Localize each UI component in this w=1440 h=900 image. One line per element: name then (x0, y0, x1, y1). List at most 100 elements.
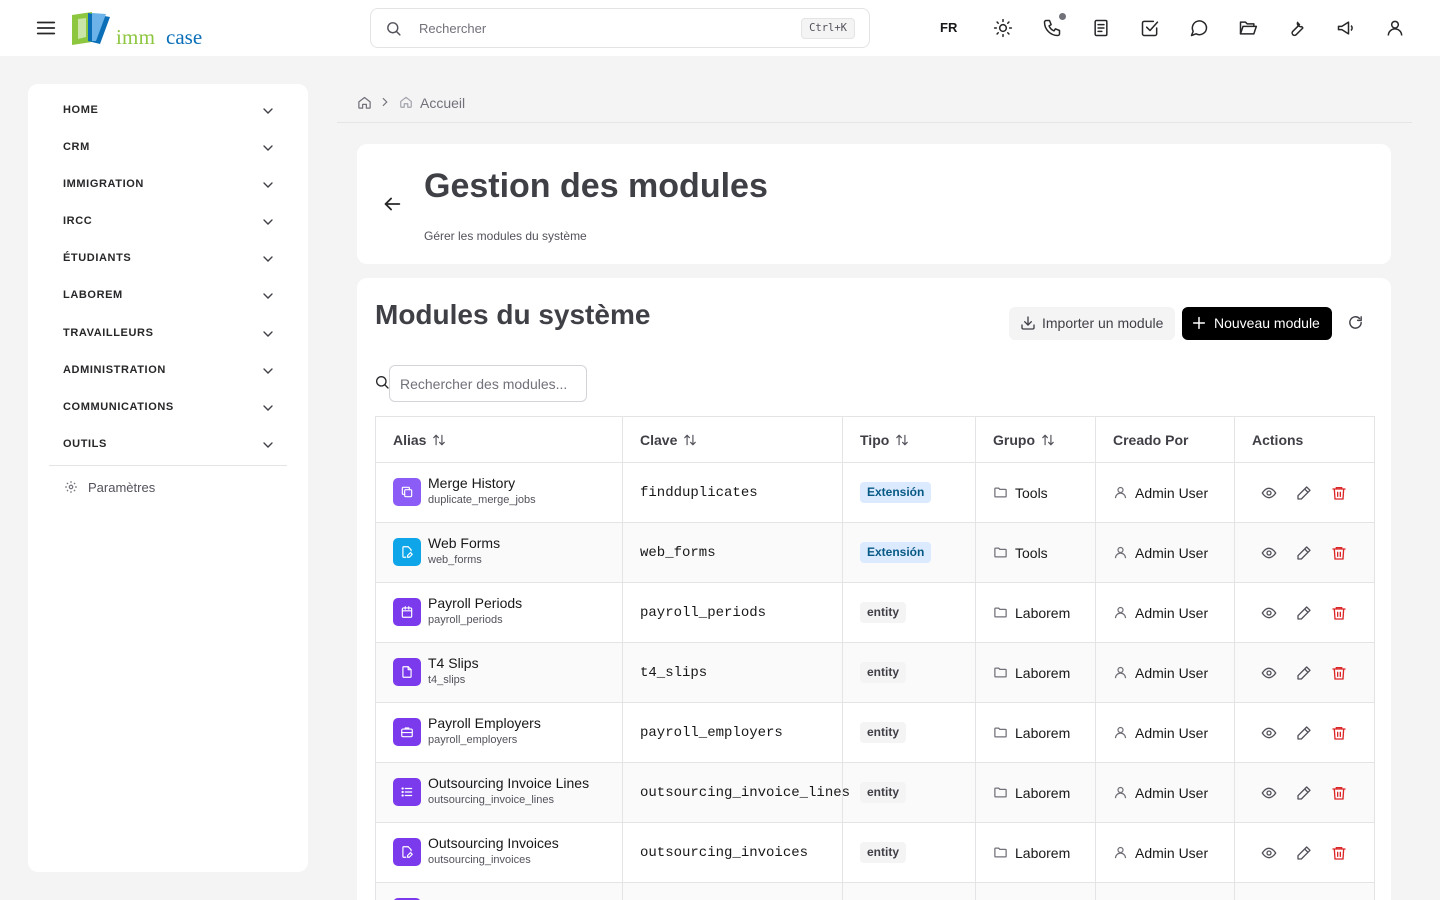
home-icon[interactable] (357, 95, 372, 110)
creator-cell: Admin User (1095, 822, 1235, 883)
module-name[interactable]: Merge History (428, 475, 515, 491)
chevron-down-icon (263, 293, 273, 299)
type-cell: Extensión (842, 522, 976, 583)
sidebar-item-administration[interactable]: ADMINISTRATION (48, 356, 288, 386)
trash-icon[interactable] (1331, 665, 1347, 681)
wrench-icon[interactable] (1287, 18, 1307, 38)
trash-icon[interactable] (1331, 845, 1347, 861)
table-row[interactable]: Payroll Periods payroll_periods payroll_… (375, 582, 1375, 643)
new-module-button[interactable]: Nouveau module (1182, 307, 1332, 340)
trash-icon[interactable] (1331, 605, 1347, 621)
column-header-clave[interactable]: Clave (622, 416, 843, 463)
module-name[interactable]: Web Forms (428, 535, 500, 551)
pencil-icon[interactable] (1296, 545, 1312, 561)
creator-cell: Admin User (1095, 762, 1235, 823)
module-table-name: web_forms (428, 553, 482, 566)
sort-icon[interactable] (683, 433, 697, 447)
actions-cell (1234, 582, 1375, 643)
trash-icon[interactable] (1331, 545, 1347, 561)
column-header-grupo[interactable]: Grupo (975, 416, 1096, 463)
app-logo[interactable]: imm case (70, 11, 210, 49)
sidebar-item-communications[interactable]: COMMUNICATIONS (48, 393, 288, 423)
sidebar-item-label: IRCC (63, 215, 93, 227)
user-profile-icon[interactable] (1385, 18, 1405, 38)
sort-icon[interactable] (895, 433, 909, 447)
megaphone-icon[interactable] (1336, 18, 1356, 38)
language-switcher[interactable]: FR (940, 20, 957, 35)
messages-icon[interactable] (1189, 18, 1209, 38)
eye-icon[interactable] (1261, 725, 1277, 741)
alias-cell (375, 882, 623, 900)
eye-icon[interactable] (1261, 605, 1277, 621)
sidebar-item-laborem[interactable]: LABOREM (48, 281, 288, 311)
pencil-icon[interactable] (1296, 845, 1312, 861)
sidebar-item-crm[interactable]: CRM (48, 133, 288, 163)
module-name[interactable]: Payroll Employers (428, 715, 541, 731)
sidebar-item-outils[interactable]: OUTILS (48, 430, 288, 460)
pencil-icon[interactable] (1296, 785, 1312, 801)
table-row[interactable]: Merge History duplicate_merge_jobs findd… (375, 462, 1375, 523)
table-row[interactable]: Payroll Employers payroll_employers payr… (375, 702, 1375, 763)
back-arrow-icon[interactable] (381, 193, 403, 215)
gear-icon (65, 481, 77, 493)
actions-cell (1234, 822, 1375, 883)
trash-icon[interactable] (1331, 785, 1347, 801)
folder-open-icon[interactable] (1238, 18, 1258, 38)
module-table-name: t4_slips (428, 673, 466, 686)
global-search[interactable]: Ctrl+K (370, 8, 870, 48)
column-label: Tipo (860, 431, 890, 448)
module-creator: Admin User (1135, 664, 1209, 681)
theme-toggle-sun-icon[interactable] (993, 18, 1013, 38)
trash-icon[interactable] (1331, 485, 1347, 501)
eye-icon[interactable] (1261, 785, 1277, 801)
sidebar-item-home[interactable]: HOME (48, 96, 288, 126)
sidebar-item-etudiants[interactable]: ÉTUDIANTS (48, 244, 288, 274)
pencil-icon[interactable] (1296, 605, 1312, 621)
eye-icon[interactable] (1261, 845, 1277, 861)
pencil-icon[interactable] (1296, 665, 1312, 681)
calendar-icon (393, 597, 421, 626)
module-name[interactable]: Outsourcing Invoices (428, 835, 559, 851)
eye-icon[interactable] (1261, 665, 1277, 681)
global-search-input[interactable] (419, 17, 779, 39)
column-header-alias[interactable]: Alias (375, 416, 623, 463)
module-name[interactable]: Payroll Periods (428, 595, 522, 611)
module-name[interactable]: T4 Slips (428, 655, 479, 671)
sort-icon[interactable] (432, 433, 446, 447)
tasks-check-icon[interactable] (1140, 18, 1160, 38)
column-header-tipo[interactable]: Tipo (842, 416, 976, 463)
sidebar-item-parametres[interactable]: Paramètres (62, 478, 262, 498)
column-label: Clave (640, 431, 678, 448)
phone-icon[interactable] (1042, 18, 1062, 38)
table-row[interactable]: Outsourcing Invoice Lines outsourcing_in… (375, 762, 1375, 823)
group-cell: Tools (975, 462, 1096, 523)
file-edit-icon (393, 837, 421, 866)
alias-cell: Outsourcing Invoices outsourcing_invoice… (375, 822, 623, 883)
type-badge: entity (860, 662, 907, 683)
breadcrumb: Accueil (357, 94, 657, 114)
modules-search-input[interactable] (389, 365, 587, 402)
trash-icon[interactable] (1331, 725, 1347, 741)
sidebar-item-immigration[interactable]: IMMIGRATION (48, 170, 288, 200)
import-module-button[interactable]: Importer un module (1009, 307, 1175, 340)
pencil-icon[interactable] (1296, 725, 1312, 741)
chevron-down-icon (263, 442, 273, 448)
table-row[interactable]: Outsourcing Invoices outsourcing_invoice… (375, 822, 1375, 883)
table-row[interactable]: T4 Slips t4_slips t4_slips entity Labore… (375, 642, 1375, 703)
import-module-label: Importer un module (1042, 315, 1164, 331)
table-row[interactable]: Web Forms web_forms web_forms Extensión … (375, 522, 1375, 583)
eye-icon[interactable] (1261, 485, 1277, 501)
notes-icon[interactable] (1091, 18, 1111, 38)
refresh-icon[interactable] (1347, 314, 1364, 331)
menu-icon[interactable] (35, 17, 57, 39)
module-creator: Admin User (1135, 784, 1209, 801)
pencil-icon[interactable] (1296, 485, 1312, 501)
module-name[interactable]: Outsourcing Invoice Lines (428, 775, 589, 791)
eye-icon[interactable] (1261, 545, 1277, 561)
sidebar-item-travailleurs[interactable]: TRAVAILLEURS (48, 319, 288, 349)
type-cell: entity (842, 642, 976, 703)
sort-icon[interactable] (1041, 433, 1055, 447)
chevron-down-icon (263, 331, 273, 337)
sidebar-item-ircc[interactable]: IRCC (48, 207, 288, 237)
table-row[interactable] (375, 882, 1375, 900)
